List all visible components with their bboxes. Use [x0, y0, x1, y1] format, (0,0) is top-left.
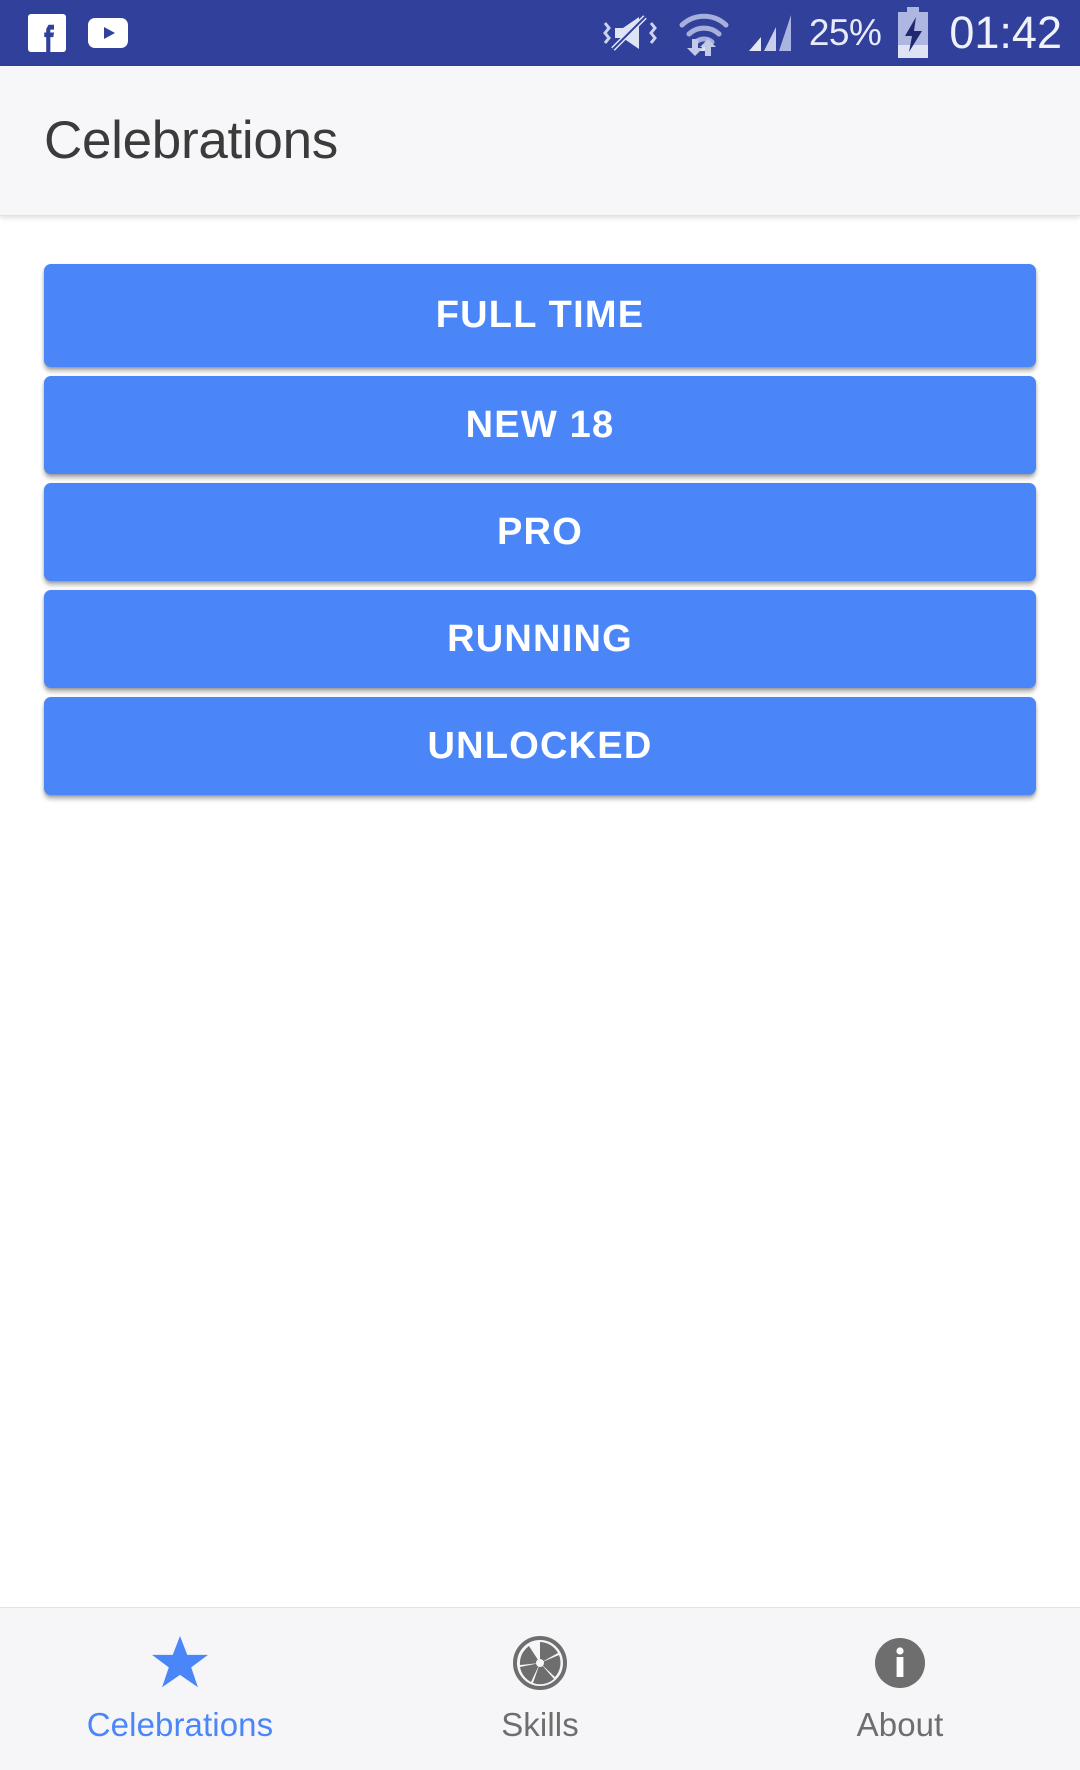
main-content: FULL TIME NEW 18 PRO RUNNING UNLOCKED	[0, 216, 1080, 1607]
nav-label-about: About	[856, 1706, 944, 1743]
page-title: Celebrations	[44, 111, 338, 170]
status-notification-icons	[28, 14, 128, 52]
cellular-signal-icon	[748, 15, 791, 51]
status-clock: 01:42	[949, 7, 1062, 58]
nav-tab-skills[interactable]: Skills	[360, 1634, 720, 1744]
celebration-button-pro[interactable]: PRO	[44, 483, 1036, 581]
wifi-data-icon	[679, 13, 729, 56]
star-icon	[152, 1634, 208, 1692]
nav-tab-about[interactable]: About	[720, 1634, 1080, 1744]
battery-charging-icon	[898, 7, 929, 58]
bottom-navigation-bar: Celebrations Skills About	[0, 1607, 1080, 1770]
celebration-button-unlocked[interactable]: UNLOCKED	[44, 697, 1036, 795]
aperture-icon	[511, 1634, 569, 1692]
celebration-button-running[interactable]: RUNNING	[44, 590, 1036, 688]
nav-label-skills: Skills	[501, 1706, 579, 1743]
celebration-button-full-time[interactable]: FULL TIME	[44, 264, 1036, 367]
celebration-button-new-18[interactable]: NEW 18	[44, 376, 1036, 474]
info-circle-icon	[871, 1634, 929, 1692]
nav-tab-celebrations[interactable]: Celebrations	[0, 1634, 360, 1744]
vibrate-mute-icon	[602, 15, 657, 51]
nav-label-celebrations: Celebrations	[86, 1706, 274, 1743]
status-system-icons: 25% 01:42	[599, 7, 1062, 59]
battery-percent-label: 25%	[808, 12, 882, 53]
status-bar: 25% 01:42	[0, 0, 1080, 66]
youtube-icon	[88, 18, 128, 48]
app-bar: Celebrations	[0, 66, 1080, 216]
facebook-icon	[28, 14, 66, 52]
app-screen: 25% 01:42 Celebrations FULL TIME NEW 18 …	[0, 0, 1080, 1770]
